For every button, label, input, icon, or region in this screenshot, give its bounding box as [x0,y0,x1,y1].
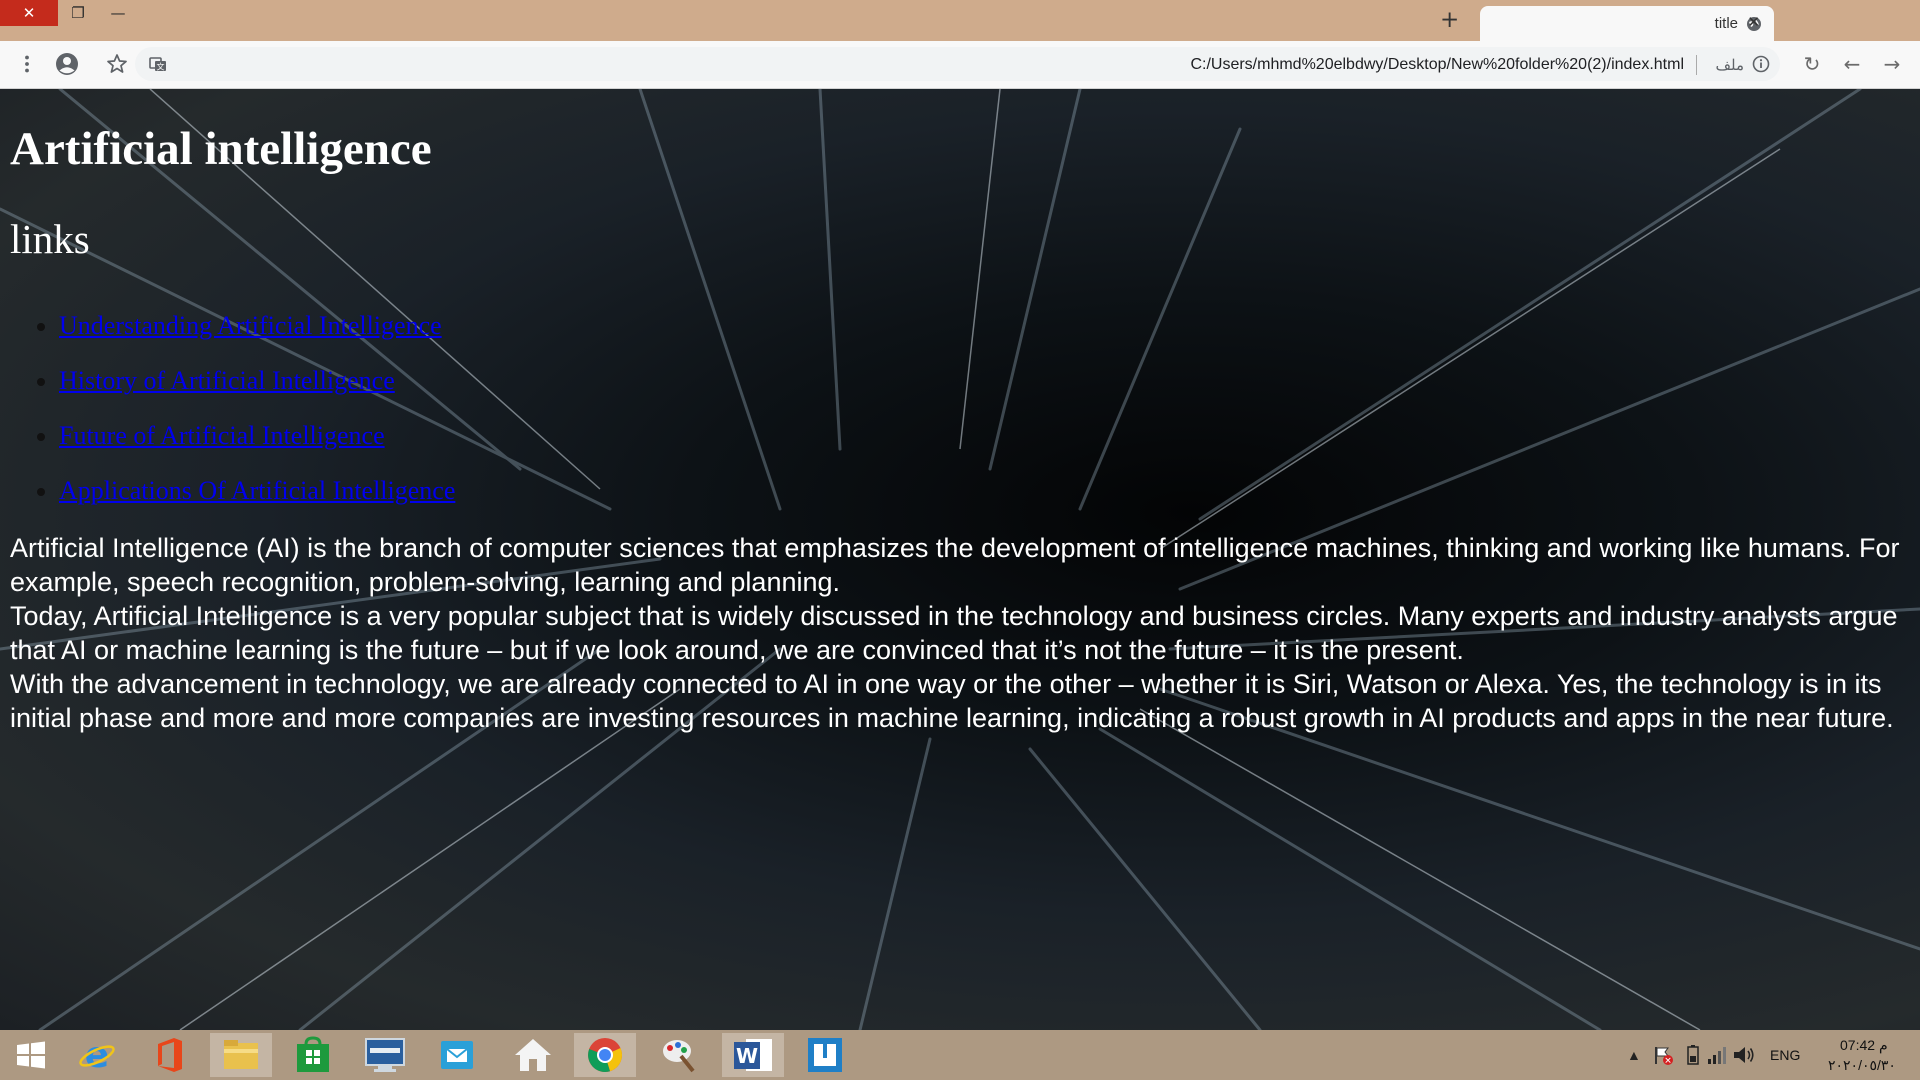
lenovo-icon [365,1038,405,1072]
info-icon[interactable] [1752,55,1770,73]
list-item: Applications Of Artificial Intelligence [59,476,1910,506]
profile-icon[interactable] [54,51,80,77]
paragraph-1: Artificial Intelligence (AI) is the bran… [10,533,1900,597]
svg-text:✕: ✕ [1664,1057,1672,1067]
browser-tab[interactable]: title ✕ [1480,6,1774,41]
list-item: History of Artificial Intelligence [59,366,1910,396]
link-applications-ai[interactable]: Applications Of Artificial Intelligence [59,476,455,505]
link-history-ai[interactable]: History of Artificial Intelligence [59,366,395,395]
list-item: Future of Artificial Intelligence [59,421,1910,451]
app-icon [808,1038,842,1072]
taskbar-store[interactable] [282,1033,344,1077]
paragraph-2: Today, Artificial Intelligence is a very… [10,601,1898,665]
back-arrow-icon[interactable]: → [1879,51,1905,77]
page-content: Artificial intelligence links Understand… [10,89,1910,735]
forward-arrow-icon[interactable]: ← [1839,51,1865,77]
taskbar-file-explorer[interactable] [210,1033,272,1077]
store-icon [297,1036,329,1072]
translate-icon[interactable]: 文 [145,51,171,77]
svg-text:W: W [736,1044,758,1068]
link-understanding-ai[interactable]: Understanding Artificial Intelligence [59,311,442,340]
tab-title: title [1714,15,1738,32]
tray-expand-icon[interactable]: ▲ [1627,1047,1641,1063]
file-explorer-icon [224,1040,258,1069]
page-title: Artificial intelligence [10,123,432,175]
paragraph-3: With the advancement in technology, we a… [10,669,1894,733]
taskbar-office[interactable] [138,1033,200,1077]
list-item: Understanding Artificial Intelligence [59,311,1910,341]
article-text: Artificial Intelligence (AI) is the bran… [10,531,1910,735]
taskbar-mail[interactable] [426,1033,488,1077]
window-close-button[interactable]: ✕ [0,0,58,26]
word-icon: W [734,1039,772,1071]
menu-dots-icon[interactable] [14,51,40,77]
office-icon [158,1038,182,1072]
page-viewport: Artificial intelligence links Understand… [0,89,1920,1030]
window-controls: ✕ ❐ — [0,0,138,28]
address-bar[interactable]: ملف C:/Users/mhmd%20elbdwy/Desktop/New%2… [135,47,1780,81]
new-tab-button[interactable]: + [1440,7,1459,33]
star-icon[interactable] [104,51,130,77]
links-heading: links [10,216,90,262]
browser-toolbar: → ← ↻ ملف C:/Users/mhmd%20elbdwy/Desktop… [0,41,1920,89]
internet-explorer-icon: e [79,1035,115,1075]
window-maximize-button[interactable]: ❐ [58,0,98,26]
language-indicator[interactable]: ENG [1770,1047,1800,1063]
taskbar-paint[interactable] [648,1033,710,1077]
taskbar-home[interactable] [502,1033,564,1077]
start-icon [17,1041,45,1069]
battery-icon[interactable] [1686,1044,1700,1066]
reload-icon[interactable]: ↻ [1799,51,1825,77]
chrome-icon [588,1038,623,1073]
clock-date[interactable]: ٢٠٢٠/٠٥/٣٠ [1828,1057,1896,1074]
taskbar-word[interactable]: W [722,1033,784,1077]
svg-text:文: 文 [157,62,165,72]
clock-time[interactable]: 07:42 م [1840,1037,1888,1054]
mail-icon [441,1041,473,1069]
browser-titlebar: ✕ ❐ — + title ✕ [0,0,1920,41]
action-center-flag-icon[interactable]: ✕ [1652,1044,1674,1066]
taskbar-app[interactable] [794,1033,856,1077]
system-tray: ▲ ✕ ENG 07:42 م ٢٠٢٠/٠٥/٣٠ [1620,1030,1920,1080]
taskbar-lenovo[interactable] [354,1033,416,1077]
volume-icon[interactable] [1732,1044,1756,1066]
omnibox-divider [1696,55,1697,75]
file-scheme-label: ملف [1715,57,1744,74]
home-icon [515,1039,551,1071]
tab-close-button[interactable]: ✕ [1747,13,1760,31]
windows-taskbar: e W ▲ ✕ ENG 07:42 م ٢٠٢٠/٠٥/٣٠ [0,1030,1920,1080]
links-list: Understanding Artificial Intelligence Hi… [10,311,1910,506]
paint-icon [663,1040,695,1073]
window-minimize-button[interactable]: — [98,0,138,26]
taskbar-internet-explorer[interactable]: e [66,1033,128,1077]
link-future-ai[interactable]: Future of Artificial Intelligence [59,421,385,450]
signal-icon[interactable] [1706,1044,1728,1066]
address-url[interactable]: C:/Users/mhmd%20elbdwy/Desktop/New%20fol… [1190,56,1684,74]
taskbar-chrome[interactable] [574,1033,636,1077]
start-button[interactable] [0,1033,62,1077]
